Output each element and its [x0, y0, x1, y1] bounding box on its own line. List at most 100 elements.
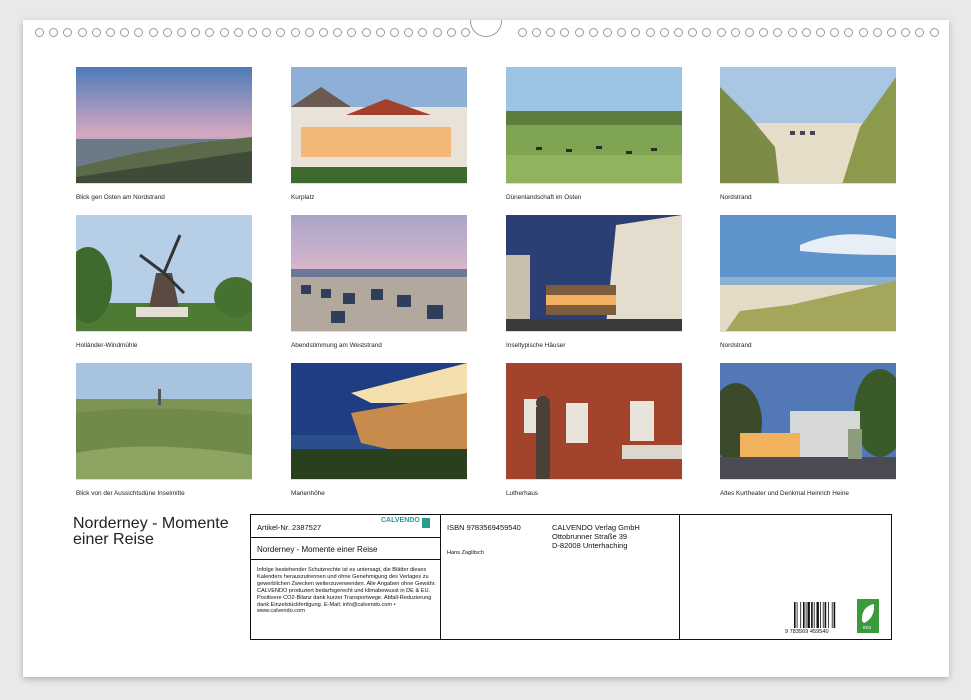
barcode-number: 9 783569 459540 — [785, 629, 829, 635]
barcode-bar — [803, 602, 805, 628]
binding-hole — [659, 28, 669, 37]
binding-hole — [560, 28, 570, 37]
calendar-title: Norderney - Momente einer Reise — [73, 515, 229, 548]
binding-hole — [148, 28, 158, 37]
barcode-bar — [813, 602, 815, 628]
publisher-street: Ottobrunner Straße 39 — [552, 532, 628, 541]
binding-hole — [631, 28, 641, 37]
photo-marienhoehe — [291, 363, 467, 487]
binding-hole — [830, 28, 840, 37]
publisher-city: D-82008 Unterhaching — [552, 541, 628, 550]
photo-aussichtsduene — [76, 363, 252, 487]
binding-hole — [106, 28, 115, 37]
barcode-bar — [831, 602, 833, 628]
photo-nordstrand-east — [76, 67, 252, 191]
barcode-bar — [794, 602, 796, 628]
binding-hole — [716, 28, 726, 37]
binding-hole — [304, 28, 314, 37]
photo-inselhaeuser — [506, 215, 682, 339]
photo-duenenlandschaft — [506, 67, 682, 191]
caption-9: Blick von der Aussichtsdüne Inselmitte — [76, 490, 185, 497]
binding-hole — [773, 28, 783, 37]
legal-text: Infolge bestehender Schutzrechte ist es … — [257, 567, 436, 615]
barcode-bar — [811, 602, 813, 628]
binding-hole — [333, 28, 343, 37]
binding-hole — [702, 28, 712, 37]
barcode-bar — [816, 602, 819, 628]
barcode-bar — [805, 602, 807, 628]
eco-leaf-icon: eco — [857, 599, 879, 633]
barcode — [794, 602, 846, 628]
calendar-page: Blick gen Osten am Nordstrand Kurplatz D… — [23, 20, 949, 677]
author: Hans Zaglitsch — [447, 550, 484, 556]
binding-hole — [929, 28, 939, 37]
caption-8: Nordstrand — [720, 342, 752, 349]
binding-hole — [844, 28, 854, 37]
binding-hole — [134, 28, 144, 37]
binding-hole — [418, 28, 428, 37]
binding-hole — [730, 28, 740, 37]
caption-2: Kurplatz — [291, 194, 315, 201]
photo-nordstrand-grass — [720, 67, 896, 191]
barcode-bar — [800, 602, 802, 628]
binding-hole — [63, 28, 73, 37]
photo-kurtheater — [720, 363, 896, 487]
binding-hole — [901, 28, 911, 37]
binding-hole — [872, 28, 882, 37]
binding-hole — [432, 28, 442, 37]
binding-hole — [404, 28, 414, 37]
barcode-bar — [822, 602, 824, 628]
photo-windmuehle — [76, 215, 252, 339]
binding-hole — [574, 28, 584, 37]
binding-hole — [177, 28, 186, 37]
binding-hole — [390, 28, 399, 37]
calvendo-logo-text: CALVENDO — [381, 517, 420, 524]
binding-hole — [276, 28, 286, 37]
binding-hole — [219, 28, 229, 37]
binding-hole — [49, 28, 59, 37]
caption-10: Marienhöhe — [291, 490, 325, 497]
caption-7: Inseltypische Häuser — [506, 342, 566, 349]
caption-6: Abendstimmung am Weststrand — [291, 342, 382, 349]
binding-hole — [858, 28, 868, 37]
caption-5: Holländer-Windmühle — [76, 342, 138, 349]
binding-hole — [517, 28, 527, 37]
binding-hole — [248, 28, 257, 37]
caption-3: Dünenlandschaft im Osten — [506, 194, 582, 201]
binding-hole — [347, 28, 357, 37]
binding-hole — [446, 28, 456, 37]
binding-hole — [262, 28, 272, 37]
binding-hole — [674, 28, 683, 37]
binding-hole — [361, 28, 371, 37]
photo-nordstrand-beach — [720, 215, 896, 339]
binding-hole — [759, 28, 769, 37]
photo-lutherhaus — [506, 363, 682, 487]
binding-hole — [603, 28, 612, 37]
barcode-bar — [796, 602, 798, 628]
binding-hole — [787, 28, 797, 37]
barcode-bar — [833, 602, 836, 628]
binding-hole — [233, 28, 243, 37]
caption-1: Blick gen Osten am Nordstrand — [76, 194, 165, 201]
barcode-bar — [820, 602, 821, 628]
binding-hole — [77, 28, 87, 37]
binding-hole — [191, 28, 201, 37]
binding-hole — [887, 28, 896, 37]
binding-hole — [532, 28, 541, 37]
calvendo-logo: CALVENDO — [381, 517, 433, 530]
binding-hole — [461, 28, 470, 37]
binding-hole — [915, 28, 925, 37]
barcode-bar — [824, 602, 827, 628]
binding-hole — [588, 28, 598, 37]
caption-11: Lutherhaus — [506, 490, 538, 497]
photo-kurplatz — [291, 67, 467, 191]
article-number: Artikel-Nr. 2387527 — [257, 523, 322, 532]
binding-hole — [35, 28, 44, 37]
binding-hole — [546, 28, 556, 37]
info-box: Artikel-Nr. 2387527 CALVENDO Norderney -… — [250, 514, 892, 640]
binding-hole — [91, 28, 101, 37]
box-subtitle: Norderney - Momente einer Reise — [257, 545, 378, 554]
binding-hole — [645, 28, 655, 37]
binding-hole — [617, 28, 627, 37]
barcode-bar — [828, 602, 829, 628]
